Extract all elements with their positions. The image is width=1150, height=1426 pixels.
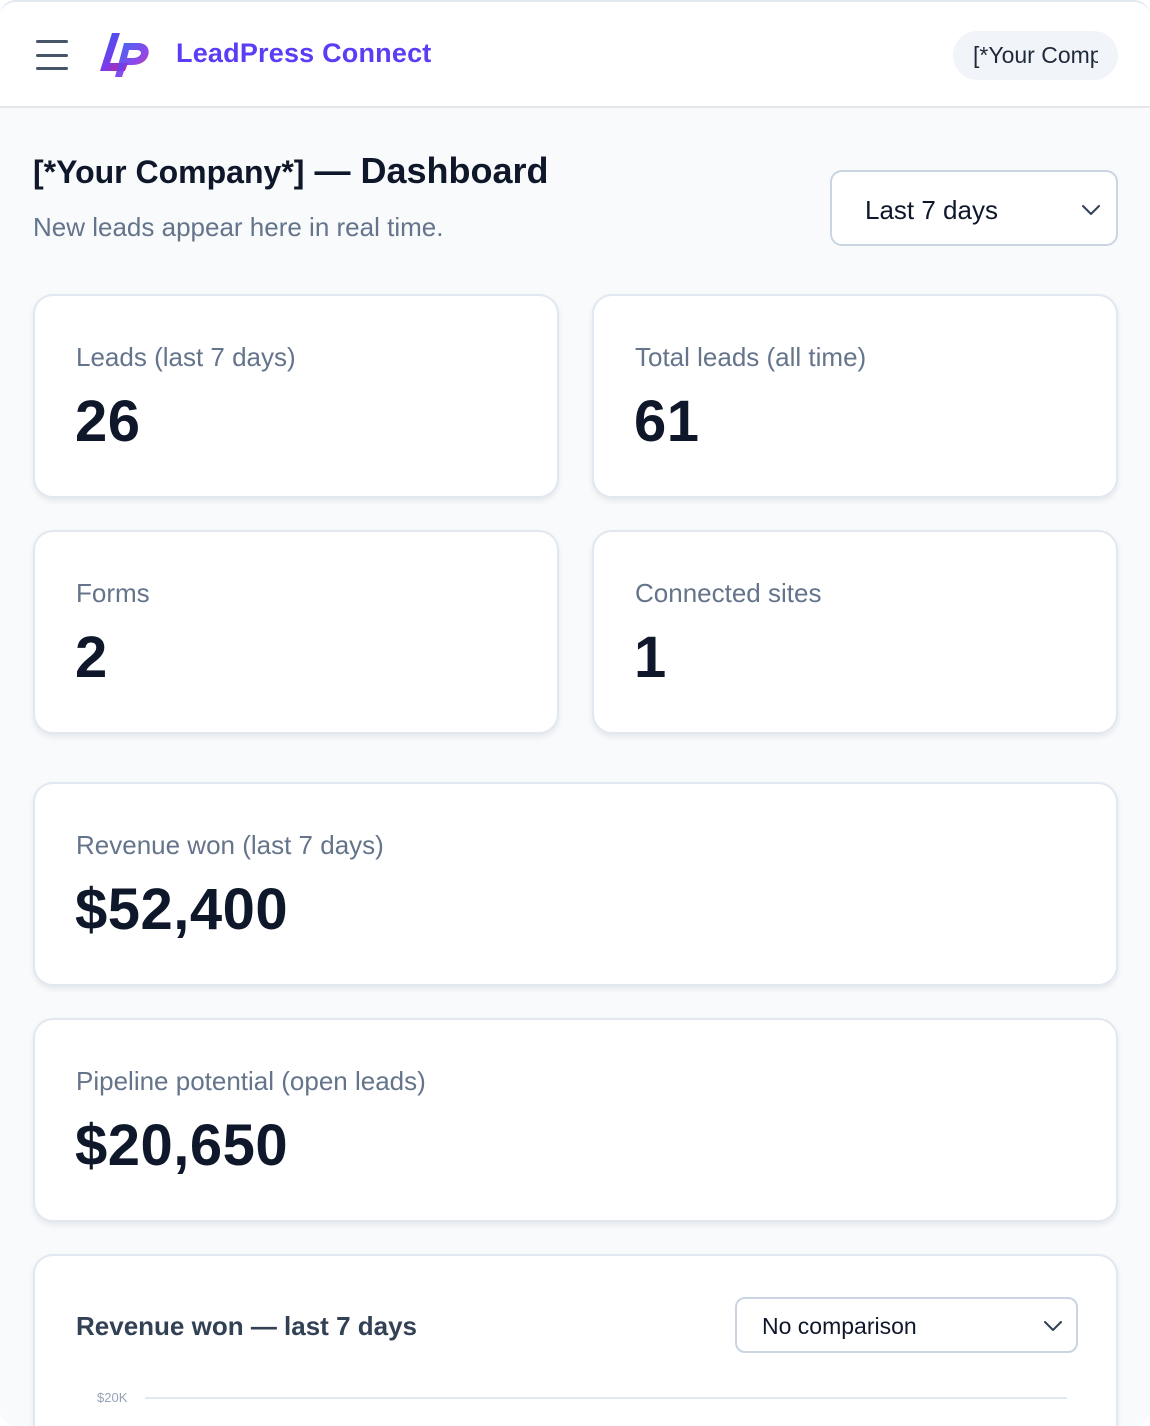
page-title-company: [*Your Company*] xyxy=(33,154,305,190)
page-title-suffix: — Dashboard xyxy=(314,150,549,191)
revenue-chart-card: Revenue won — last 7 days No comparison … xyxy=(33,1254,1118,1426)
stat-value: 61 xyxy=(634,389,700,454)
stat-label: Pipeline potential (open leads) xyxy=(76,1066,426,1096)
stat-card-connected-sites: Connected sites 1 xyxy=(592,530,1118,734)
stat-card-pipeline: Pipeline potential (open leads) $20,650 xyxy=(33,1018,1118,1222)
company-chip-label: [*Your Company*] xyxy=(973,42,1098,68)
stat-value: 26 xyxy=(75,389,141,454)
app-window: LeadPress Connect [*Your Company*] [*You… xyxy=(0,0,1150,1426)
stat-value: $52,400 xyxy=(75,877,289,942)
company-switcher[interactable]: [*Your Company*] xyxy=(953,31,1118,80)
date-range-value: Last 7 days xyxy=(865,195,998,225)
y-tick-label: $20K xyxy=(97,1390,128,1405)
stat-value: 1 xyxy=(634,625,667,690)
stat-label: Total leads (all time) xyxy=(635,342,867,372)
stat-value: 2 xyxy=(75,625,108,690)
stat-label: Leads (last 7 days) xyxy=(76,342,296,372)
page-subtitle: New leads appear here in real time. xyxy=(33,212,444,242)
comparison-select[interactable]: No comparison xyxy=(735,1297,1078,1353)
stat-label: Connected sites xyxy=(635,578,822,608)
chart-title: Revenue won — last 7 days xyxy=(76,1311,418,1341)
top-bar: LeadPress Connect [*Your Company*] xyxy=(0,2,1150,108)
stat-label: Revenue won (last 7 days) xyxy=(76,830,384,860)
chevron-down-icon xyxy=(1044,1321,1062,1331)
brand-name[interactable]: LeadPress Connect xyxy=(176,38,431,69)
comparison-value: No comparison xyxy=(762,1313,917,1339)
stat-card-revenue-won: Revenue won (last 7 days) $52,400 xyxy=(33,782,1118,986)
leadpress-logo[interactable] xyxy=(98,31,152,79)
stat-value: $20,650 xyxy=(75,1113,289,1178)
revenue-chart: $20K xyxy=(97,1390,1067,1405)
date-range-select[interactable]: Last 7 days xyxy=(830,170,1118,246)
stat-card-leads-7d: Leads (last 7 days) 26 xyxy=(33,294,559,498)
chevron-down-icon xyxy=(1082,205,1100,215)
stat-card-forms: Forms 2 xyxy=(33,530,559,734)
stat-label: Forms xyxy=(76,578,150,608)
stat-card-total-leads: Total leads (all time) 61 xyxy=(592,294,1118,498)
page-title: [*Your Company*] — Dashboard xyxy=(33,150,548,192)
hamburger-menu-icon[interactable] xyxy=(36,40,68,70)
